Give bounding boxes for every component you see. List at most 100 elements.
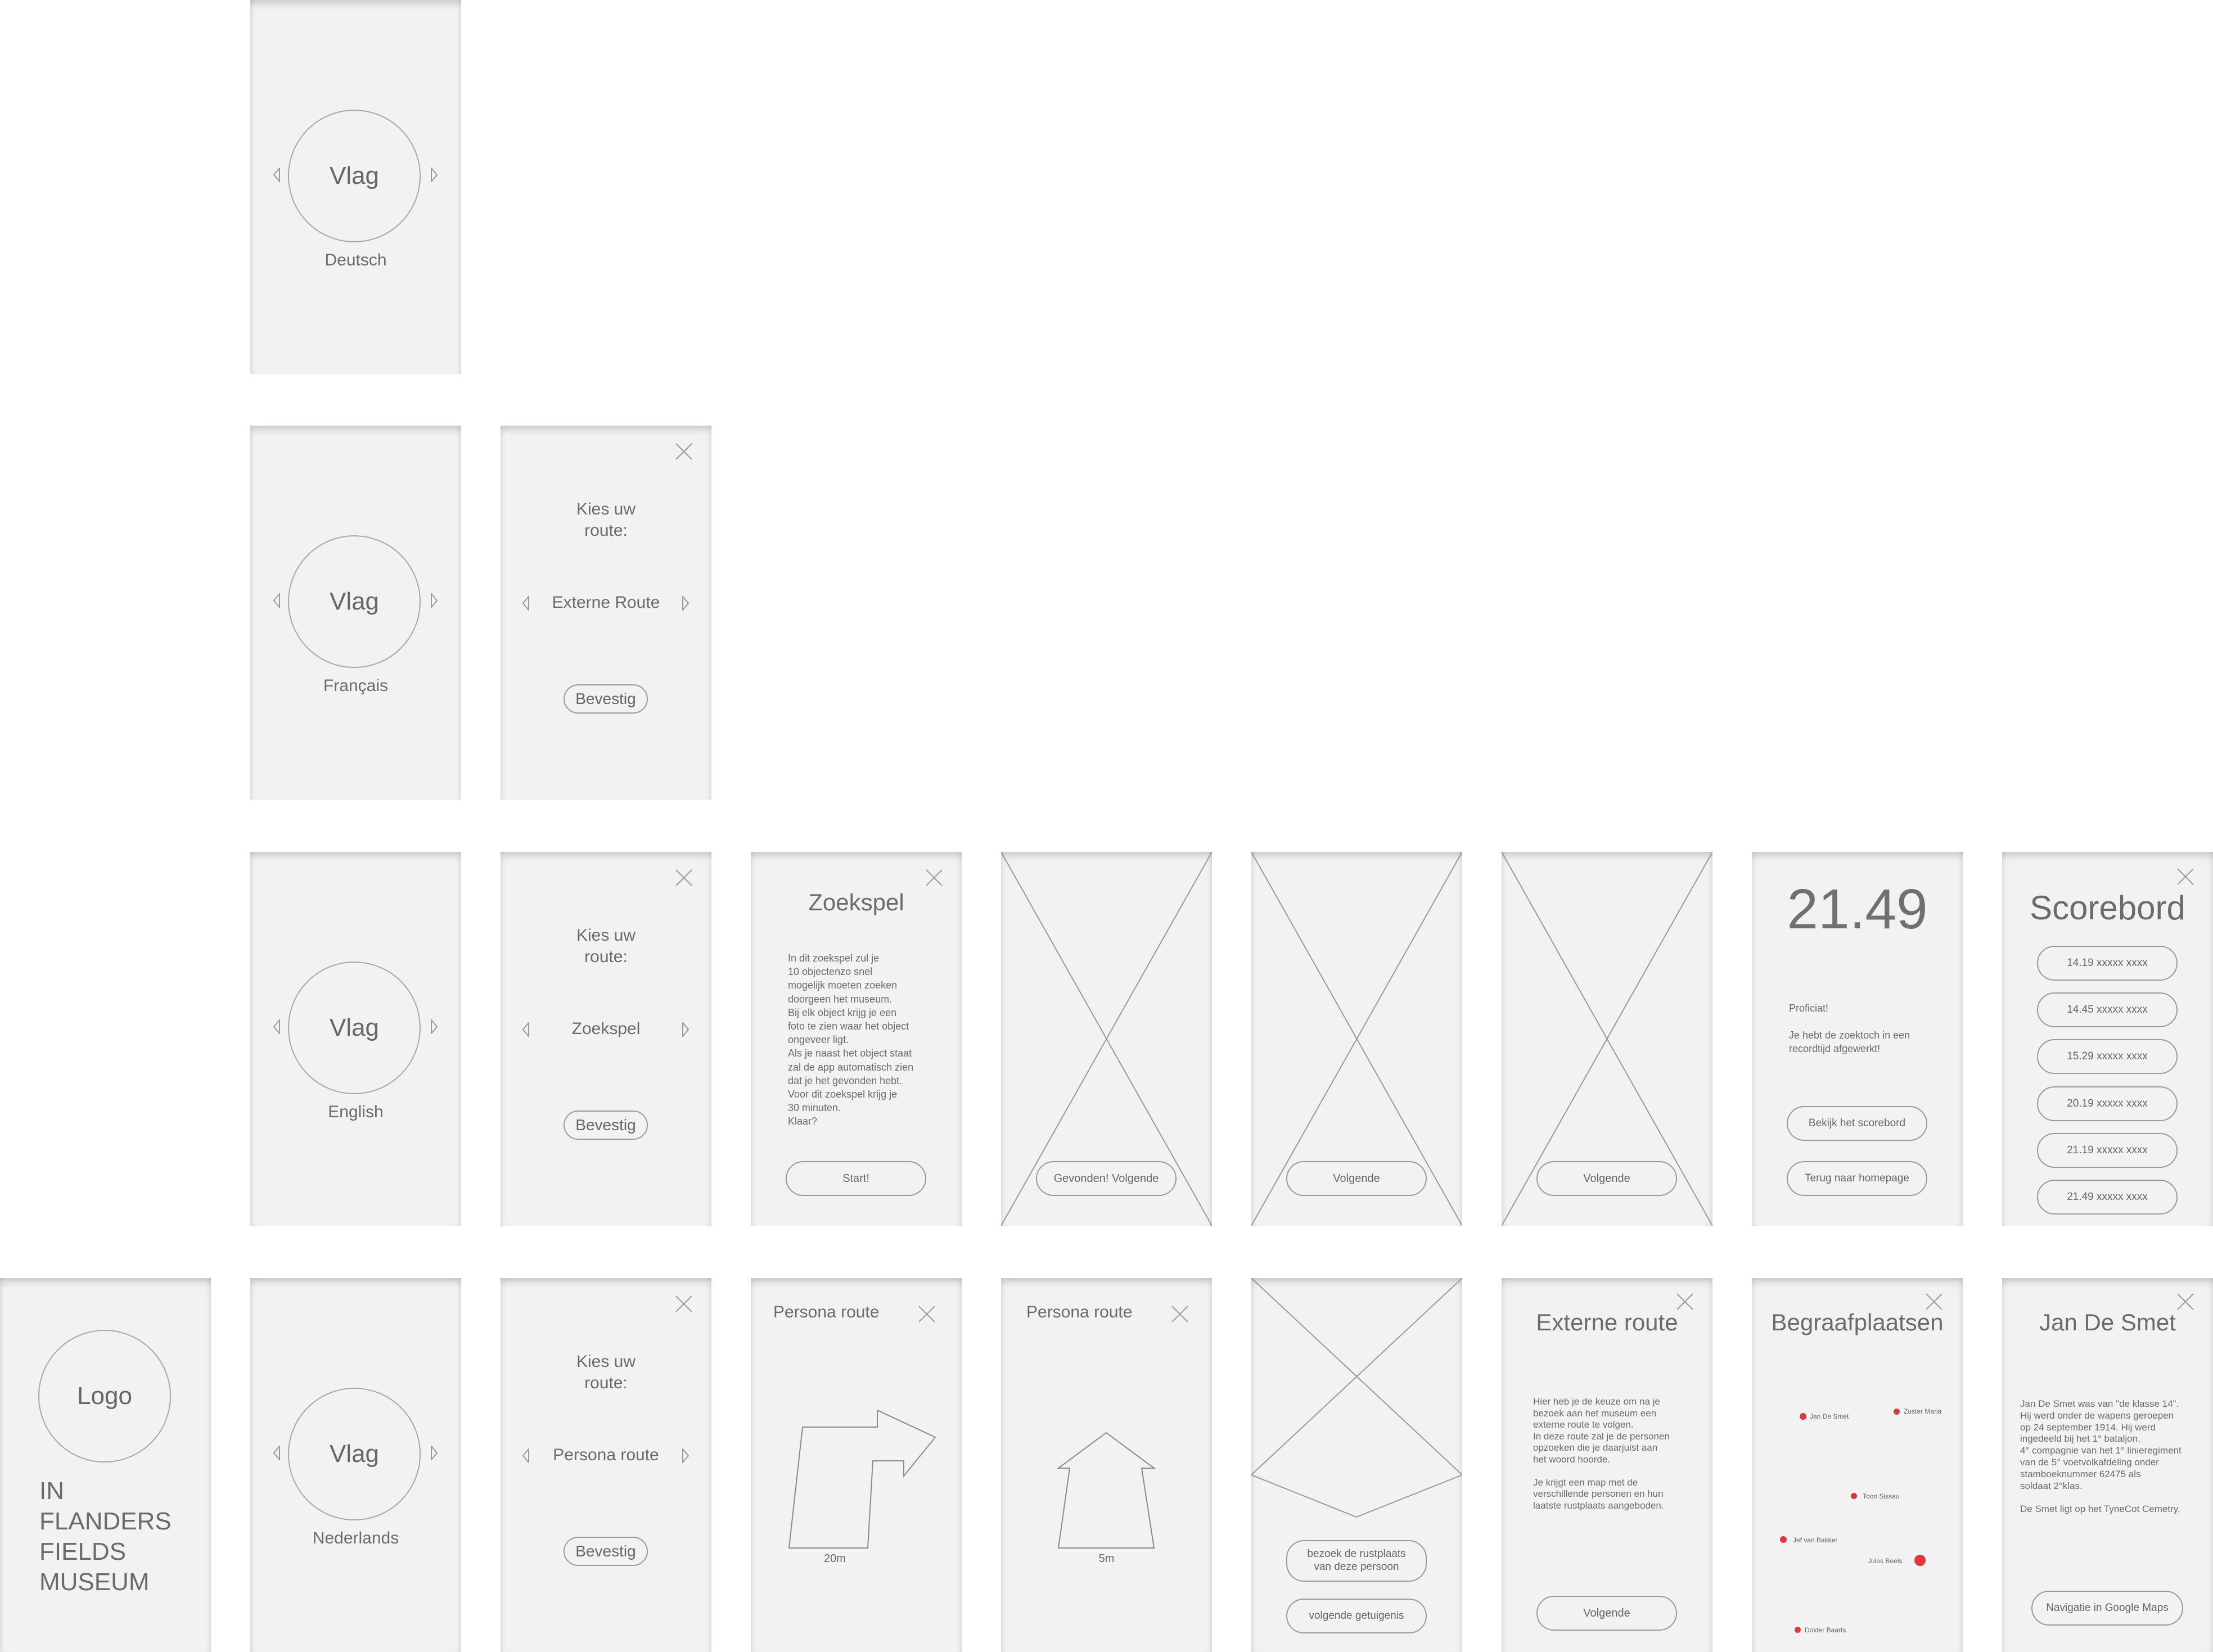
close-icon[interactable]	[1676, 1293, 1694, 1311]
marker-label: Jan De Smet	[1810, 1412, 1849, 1420]
close-icon[interactable]	[675, 443, 693, 461]
screen-route-zoekspel: Kies uw route: Zoekspel Bevestig	[501, 852, 711, 1226]
arrow-right-icon[interactable]	[682, 1448, 689, 1463]
zoekspel-title: Zoekspel	[808, 889, 904, 915]
score-entry: 14.45 xxxxx xxxx	[2037, 992, 2178, 1027]
confirm-button[interactable]: Bevestig	[564, 1537, 648, 1566]
image-placeholder	[1251, 1278, 1462, 1518]
score-entry: 20.19 xxxxx xxxx	[2037, 1086, 2178, 1121]
google-maps-nav-button[interactable]: Navigatie in Google Maps	[2031, 1591, 2183, 1626]
next-witness-button[interactable]: volgende getuigenis	[1286, 1599, 1427, 1633]
close-icon[interactable]	[925, 869, 943, 887]
language-label: English	[328, 1103, 384, 1121]
screen-route-persona: Kies uw route: Persona route Bevestig	[501, 1278, 711, 1652]
marker-label: Jules Boels	[1868, 1557, 1903, 1565]
arrow-left-icon[interactable]	[273, 1019, 281, 1034]
next-button[interactable]: Volgende	[1536, 1161, 1677, 1196]
language-label: Nederlands	[312, 1529, 399, 1547]
screen-externe-route: Externe route Hier heb je de keuze om na…	[1502, 1278, 1712, 1652]
logo-label: Logo	[77, 1382, 132, 1410]
screen-person-detail: Jan De Smet Jan De Smet was van "de klas…	[2002, 1278, 2213, 1652]
marker-dot[interactable]	[1894, 1409, 1900, 1415]
museum-name: IN FLANDERS FIELDS MUSEUM	[39, 1477, 172, 1596]
screen-home: Logo IN FLANDERS FIELDS MUSEUM	[0, 1278, 211, 1652]
result-time: 21.49	[1787, 878, 1928, 941]
confirm-button[interactable]: Bevestig	[564, 684, 648, 714]
flag-circle[interactable]: Vlag	[288, 110, 421, 242]
arrow-right-icon[interactable]	[430, 1446, 438, 1460]
turn-right-arrow-icon	[788, 1409, 936, 1549]
route-title: Kies uw route:	[576, 1352, 636, 1392]
close-icon[interactable]	[2176, 1293, 2194, 1311]
marker-dot[interactable]	[1914, 1555, 1926, 1566]
marker-label: Jef van Bakker	[1793, 1536, 1838, 1544]
score-entry: 15.29 xxxxx xxxx	[2037, 1039, 2178, 1074]
arrow-right-icon[interactable]	[682, 1022, 689, 1037]
found-next-button[interactable]: Gevonden! Volgende	[1036, 1161, 1177, 1196]
screen-persona-route-1: Persona route 20m	[751, 1278, 962, 1652]
close-icon[interactable]	[675, 869, 693, 887]
marker-dot[interactable]	[1800, 1413, 1806, 1420]
close-icon[interactable]	[1925, 1293, 1943, 1311]
marker-dot[interactable]	[1851, 1493, 1857, 1499]
marker-dot[interactable]	[1795, 1627, 1801, 1633]
marker-label: Toon Sissau	[1863, 1492, 1900, 1500]
screen-scoreboard: Scorebord 14.19 xxxxx xxxx 14.45 xxxxx x…	[2002, 852, 2213, 1226]
language-label: Deutsch	[324, 251, 387, 269]
next-button[interactable]: Volgende	[1286, 1161, 1427, 1196]
score-entry: 14.19 xxxxx xxxx	[2037, 946, 2178, 981]
close-icon[interactable]	[675, 1295, 693, 1313]
screen-photo-found: Gevonden! Volgende	[1001, 852, 1212, 1226]
congrats-text: Proficiat!	[1789, 1003, 1829, 1014]
distance-label: 5m	[1098, 1552, 1115, 1565]
flag-label: Vlag	[329, 588, 380, 615]
flag-circle[interactable]: Vlag	[288, 535, 421, 668]
arrow-right-icon[interactable]	[682, 596, 689, 611]
route-option: Persona route	[553, 1446, 659, 1464]
flag-label: Vlag	[329, 1014, 380, 1041]
screen-language-deutsch: Vlag Deutsch	[250, 0, 461, 374]
next-button[interactable]: Volgende	[1536, 1596, 1677, 1631]
screen-result: 21.49 Proficiat! Je hebt de zoektoch in …	[1752, 852, 1963, 1226]
screen-language-english: Vlag English	[250, 852, 461, 1226]
distance-label: 20m	[824, 1552, 846, 1565]
arrow-left-icon[interactable]	[273, 168, 281, 182]
arrow-right-icon[interactable]	[430, 168, 438, 182]
screen-persona-witness: bezoek de rustplaats van deze persoon vo…	[1251, 1278, 1462, 1652]
marker-label: Dokter Baarts	[1805, 1626, 1846, 1634]
screen-route-externe: Kies uw route: Externe Route Bevestig	[501, 426, 711, 800]
marker-label: Zuster Maria	[1904, 1407, 1942, 1415]
externe-route-body: Hier heb je de keuze om na je bezoek aan…	[1533, 1396, 1670, 1511]
screen-persona-route-2: Persona route 5m	[1001, 1278, 1212, 1652]
arrow-left-icon[interactable]	[273, 593, 281, 608]
visit-resting-place-button[interactable]: bezoek de rustplaats van deze persoon	[1286, 1540, 1427, 1582]
confirm-button[interactable]: Bevestig	[564, 1111, 648, 1140]
back-home-button[interactable]: Terug naar homepage	[1787, 1161, 1927, 1196]
score-entry: 21.49 xxxxx xxxx	[2037, 1180, 2178, 1215]
screen-zoekspel-intro: Zoekspel In dit zoekspel zul je 10 objec…	[751, 852, 962, 1226]
route-title: Kies uw route:	[576, 500, 636, 540]
person-title: Jan De Smet	[2039, 1309, 2176, 1335]
flag-label: Vlag	[329, 162, 380, 189]
view-scoreboard-button[interactable]: Bekijk het scorebord	[1787, 1106, 1927, 1141]
zoekspel-body: In dit zoekspel zul je 10 objectenzo sne…	[788, 953, 914, 1127]
arrow-right-icon[interactable]	[430, 1019, 438, 1034]
screen-language-nederlands: Vlag Nederlands	[250, 1278, 461, 1652]
screen-begraafplaatsen: Begraafplaatsen Jan De Smet Zuster Maria…	[1752, 1278, 1963, 1652]
start-button[interactable]: Start!	[786, 1161, 926, 1196]
externe-route-title: Externe route	[1536, 1309, 1678, 1335]
begraafplaatsen-title: Begraafplaatsen	[1771, 1309, 1944, 1335]
arrow-left-icon[interactable]	[273, 1446, 281, 1460]
screen-language-francais: Vlag Français	[250, 426, 461, 800]
flag-label: Vlag	[329, 1440, 380, 1468]
logo-circle: Logo	[38, 1330, 171, 1463]
scoreboard-title: Scorebord	[2030, 889, 2185, 927]
route-option: Externe Route	[552, 593, 660, 612]
flag-circle[interactable]: Vlag	[288, 962, 421, 1094]
flag-circle[interactable]: Vlag	[288, 1388, 421, 1520]
close-icon[interactable]	[2176, 868, 2194, 886]
screen-photo-next-1: Volgende	[1251, 852, 1462, 1226]
marker-dot[interactable]	[1780, 1536, 1787, 1543]
arrow-right-icon[interactable]	[430, 593, 438, 608]
route-option: Zoekspel	[571, 1019, 641, 1038]
